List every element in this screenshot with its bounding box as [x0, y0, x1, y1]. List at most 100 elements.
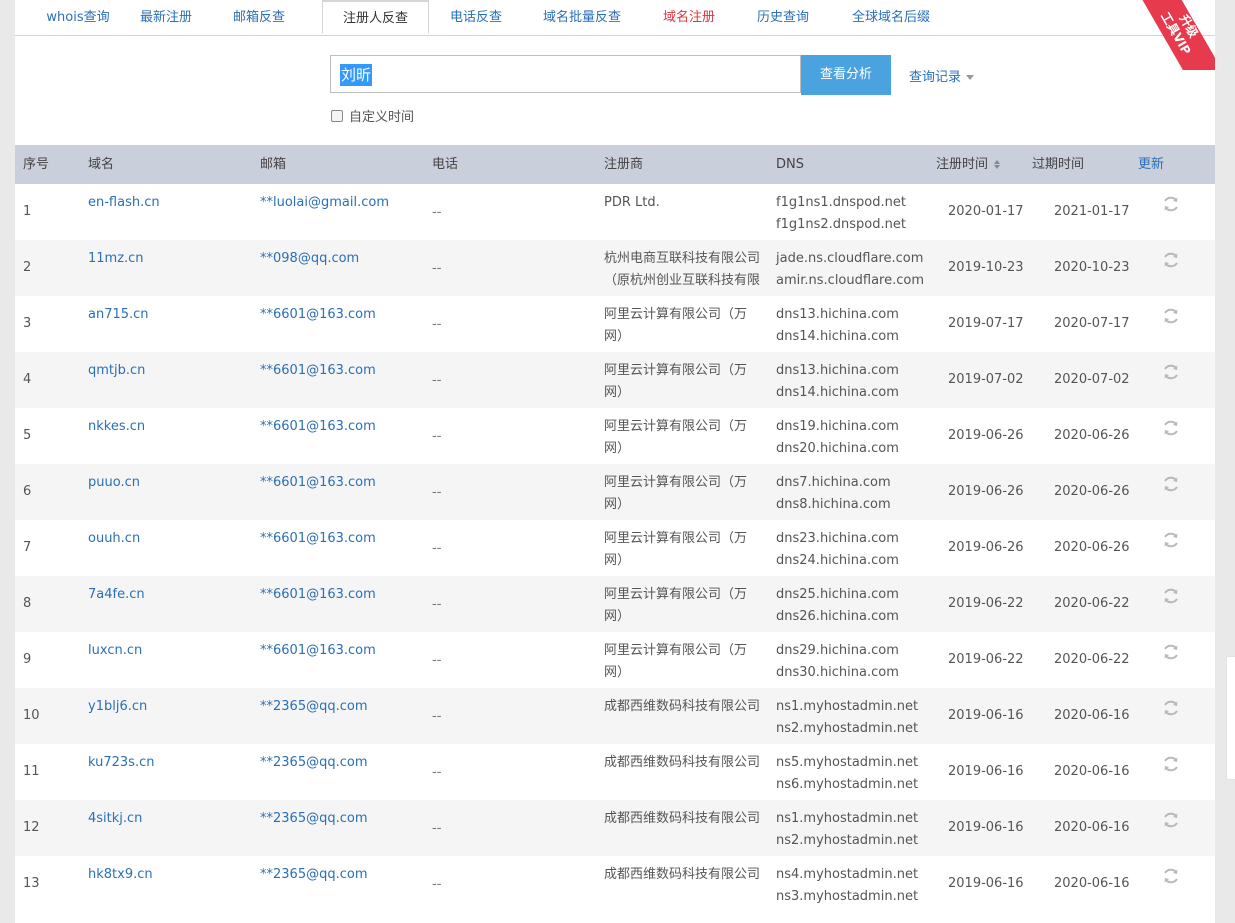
row-number: 13: [23, 876, 40, 891]
registrar-value: 阿里云计算有限公司（万网）: [604, 363, 748, 400]
dns-secondary: f1g1ns2.dnspod.net: [776, 217, 906, 232]
email-link[interactable]: **6601@163.com: [260, 416, 376, 438]
phone-value: --: [432, 205, 442, 220]
phone-value: --: [432, 653, 442, 668]
phone-value: --: [432, 765, 442, 780]
vip-ribbon-text: 升级 工具VIP: [1132, 0, 1215, 70]
col-email: 邮箱: [260, 157, 287, 172]
side-panel-stub: [1226, 656, 1235, 780]
refresh-icon[interactable]: [1161, 754, 1181, 774]
email-link[interactable]: **6601@163.com: [260, 304, 376, 326]
refresh-icon[interactable]: [1161, 194, 1181, 214]
phone-value: --: [432, 821, 442, 836]
domain-link[interactable]: puuo.cn: [88, 472, 140, 494]
col-phone: 电话: [432, 157, 459, 172]
email-link[interactable]: **2365@qq.com: [260, 752, 368, 774]
row-number: 11: [23, 764, 40, 779]
email-link[interactable]: **2365@qq.com: [260, 696, 368, 718]
dns-secondary: dns8.hichina.com: [776, 497, 891, 512]
domain-link[interactable]: nkkes.cn: [88, 416, 145, 438]
reg-date-value: 2019-10-23: [948, 260, 1024, 275]
dns-primary: dns29.hichina.com: [776, 643, 899, 658]
dns-secondary: dns20.hichina.com: [776, 441, 899, 456]
registrar-value: 杭州电商互联科技有限公司（原杭州创业互联科技有限: [604, 251, 761, 288]
registrar-value: 阿里云计算有限公司（万网）: [604, 419, 748, 456]
row-number: 2: [23, 260, 32, 275]
tab-2[interactable]: 邮箱反查: [223, 0, 295, 35]
refresh-icon[interactable]: [1161, 642, 1181, 662]
domain-link[interactable]: qmtjb.cn: [88, 360, 145, 382]
reg-date-value: 2019-06-26: [948, 428, 1024, 443]
dns-value: dns13.hichina.com dns14.hichina.com: [776, 360, 899, 404]
row-number: 9: [23, 652, 32, 667]
email-link[interactable]: **6601@163.com: [260, 584, 376, 606]
col-exp-date: 过期时间: [1032, 157, 1085, 172]
dns-value: dns25.hichina.com dns26.hichina.com: [776, 584, 899, 628]
reg-date-value: 2020-01-17: [948, 204, 1024, 219]
registrar-value: 阿里云计算有限公司（万网）: [604, 475, 748, 512]
custom-time-checkbox[interactable]: 自定义时间: [331, 106, 414, 125]
refresh-icon[interactable]: [1161, 810, 1181, 830]
reg-date-value: 2019-06-16: [948, 708, 1024, 723]
email-link[interactable]: **6601@163.com: [260, 472, 376, 494]
tab-4[interactable]: 电话反查: [440, 0, 512, 35]
phone-value: --: [432, 429, 442, 444]
phone-value: --: [432, 877, 442, 892]
domain-link[interactable]: hk8tx9.cn: [88, 864, 153, 886]
row-number: 7: [23, 540, 32, 555]
tab-7[interactable]: 历史查询: [747, 0, 819, 35]
tab-3[interactable]: 注册人反查: [322, 0, 429, 34]
exp-date-value: 2020-07-17: [1054, 316, 1130, 331]
tab-6[interactable]: 域名注册: [653, 0, 725, 35]
vip-ribbon[interactable]: 升级 工具VIP: [1125, 0, 1215, 70]
domain-link[interactable]: 11mz.cn: [88, 248, 144, 270]
query-history-dropdown[interactable]: 查询记录: [909, 66, 975, 85]
refresh-icon[interactable]: [1161, 250, 1181, 270]
domain-link[interactable]: ku723s.cn: [88, 752, 154, 774]
col-reg-date-sort[interactable]: 注册时间: [936, 145, 1001, 185]
email-link[interactable]: **6601@163.com: [260, 640, 376, 662]
email-link[interactable]: **luolai@gmail.com: [260, 192, 389, 214]
refresh-icon[interactable]: [1161, 698, 1181, 718]
registrar-value: 阿里云计算有限公司（万网）: [604, 531, 748, 568]
row-number: 12: [23, 820, 40, 835]
refresh-icon[interactable]: [1161, 866, 1181, 886]
refresh-icon[interactable]: [1161, 306, 1181, 326]
domain-link[interactable]: luxcn.cn: [88, 640, 142, 662]
tab-5[interactable]: 域名批量反查: [533, 0, 631, 35]
search-input-value[interactable]: 刘昕: [340, 64, 373, 86]
phone-value: --: [432, 261, 442, 276]
tab-1[interactable]: 最新注册: [130, 0, 202, 35]
exp-date-value: 2020-06-22: [1054, 596, 1130, 611]
table-row: 3 an715.cn **6601@163.com -- 阿里云计算有限公司（万网） dn…: [15, 296, 1215, 352]
domain-link[interactable]: ouuh.cn: [88, 528, 140, 550]
refresh-icon[interactable]: [1161, 362, 1181, 382]
update-all-link[interactable]: 更新: [1138, 145, 1164, 185]
email-link[interactable]: **6601@163.com: [260, 528, 376, 550]
email-link[interactable]: **2365@qq.com: [260, 808, 368, 830]
search-input-box[interactable]: 刘昕: [330, 55, 801, 93]
reg-date-value: 2019-06-16: [948, 764, 1024, 779]
table-row: 2 11mz.cn **098@qq.com -- 杭州电商互联科技有限公司（原杭州创业…: [15, 240, 1215, 296]
checkbox-icon[interactable]: [331, 110, 343, 122]
email-link[interactable]: **2365@qq.com: [260, 864, 368, 886]
domain-link[interactable]: en-flash.cn: [88, 192, 160, 214]
refresh-icon[interactable]: [1161, 530, 1181, 550]
email-link[interactable]: **6601@163.com: [260, 360, 376, 382]
analyze-button[interactable]: 查看分析: [801, 55, 891, 95]
domain-link[interactable]: y1blj6.cn: [88, 696, 147, 718]
registrar-value: 阿里云计算有限公司（万网）: [604, 307, 748, 344]
col-no: 序号: [23, 157, 50, 172]
dns-secondary: ns2.myhostadmin.net: [776, 721, 919, 736]
domain-link[interactable]: 7a4fe.cn: [88, 584, 145, 606]
refresh-icon[interactable]: [1161, 418, 1181, 438]
row-number: 4: [23, 372, 32, 387]
tab-0[interactable]: whois查询: [35, 0, 121, 35]
refresh-icon[interactable]: [1161, 586, 1181, 606]
domain-link[interactable]: an715.cn: [88, 304, 149, 326]
email-link[interactable]: **098@qq.com: [260, 248, 359, 270]
refresh-icon[interactable]: [1161, 474, 1181, 494]
tab-bar: whois查询 最新注册 邮箱反查 注册人反查 电话反查 域名批量反查 域名注册 历史查询 全球…: [15, 0, 1215, 36]
domain-link[interactable]: 4sitkj.cn: [88, 808, 142, 830]
tab-8[interactable]: 全球域名后缀: [841, 0, 941, 35]
